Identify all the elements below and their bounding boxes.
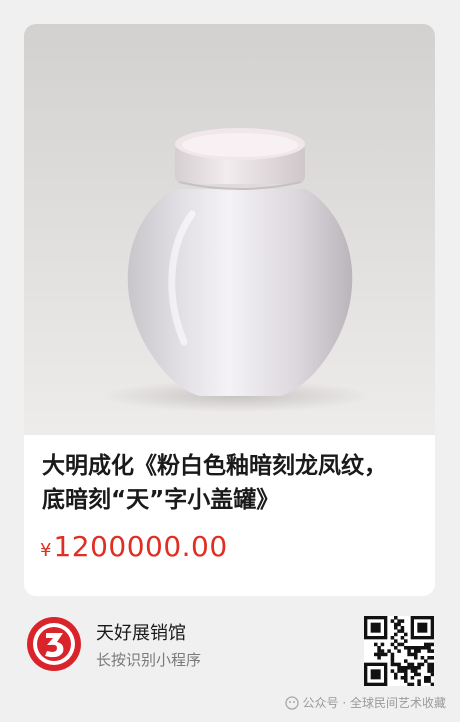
product-card[interactable]: 大明成化《粉白色釉暗刻龙凤纹，底暗刻“天”字小盖罐》 ¥ 1200000.00 [24, 24, 435, 596]
price-value: 1200000.00 [53, 530, 228, 563]
wechat-official-account-icon [284, 695, 299, 710]
watermark: 公众号 · 全球民间艺术收藏 [284, 694, 446, 711]
qr-code-icon[interactable] [364, 616, 435, 687]
shop-name[interactable]: 天好展销馆 [96, 619, 186, 645]
product-title[interactable]: 大明成化《粉白色釉暗刻龙凤纹，底暗刻“天”字小盖罐》 [42, 449, 402, 517]
product-price: ¥ 1200000.00 [40, 530, 228, 563]
product-image[interactable] [24, 24, 435, 435]
watermark-text: 公众号 · 全球民间艺术收藏 [302, 696, 446, 710]
shop-hint: 长按识别小程序 [96, 651, 202, 669]
currency-symbol: ¥ [40, 540, 52, 561]
mini-program-footer: 天好展销馆 长按识别小程序 公众号 · 全球民间艺术收藏 [0, 596, 460, 722]
red-3-logo-icon[interactable] [26, 616, 82, 672]
jar-illustration [101, 128, 371, 412]
